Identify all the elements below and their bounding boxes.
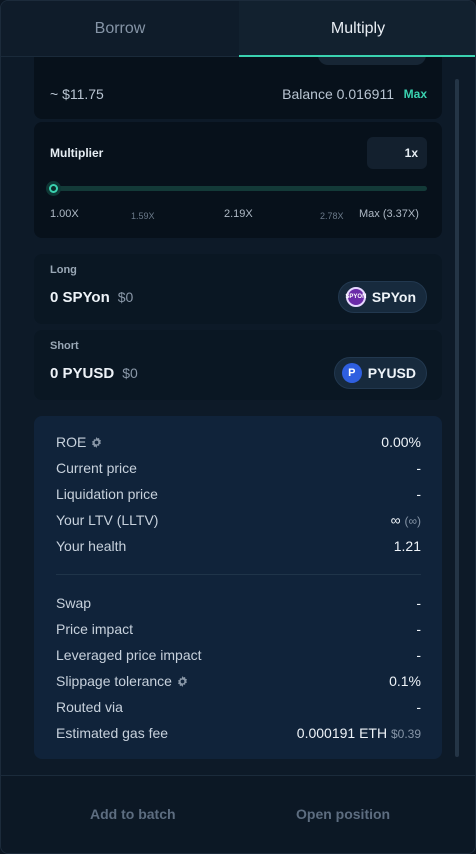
usd-value: ~ $11.75 [50, 86, 104, 102]
multiplier-slider-handle[interactable] [45, 181, 61, 196]
short-usd: $0 [122, 365, 138, 381]
stat-leveraged-price-impact: Leveraged price impact - [56, 645, 421, 665]
stat-roe: ROE 0.00% [56, 432, 421, 452]
stat-value: - [416, 486, 421, 502]
short-amount-value: 0 PYUSD [50, 365, 115, 382]
divider [56, 574, 421, 575]
tick-label-max[interactable]: Max (3.37X) [359, 208, 419, 220]
stat-label: Your LTV (LLTV) [56, 512, 159, 528]
short-token-name: PYUSD [367, 365, 416, 381]
spyon-token-icon: SPYON [345, 287, 366, 307]
stat-value: - [416, 647, 421, 663]
tick-label: 1.00X [50, 208, 79, 220]
multiplier-input[interactable]: 1x [367, 137, 427, 169]
long-label: Long [50, 264, 77, 276]
add-to-batch-button[interactable]: Add to batch [90, 806, 176, 822]
stat-gas-fee: Estimated gas fee 0.000191 ETH $0.39 [56, 723, 421, 743]
long-usd: $0 [117, 289, 134, 305]
stat-label: Swap [56, 595, 92, 611]
stat-label: Slippage tolerance [56, 673, 172, 689]
tab-multiply[interactable]: Multiply [239, 1, 475, 57]
multiply-panel: Borrow Multiply ~ $11.75 Balance 0.01691… [0, 0, 476, 854]
stat-label: Price impact [56, 621, 134, 637]
stat-health: Your health 1.21 [56, 536, 421, 556]
balance-text: Balance 0.016911 [282, 86, 394, 102]
stat-swap: Swap - [56, 593, 421, 613]
stat-value: - [416, 621, 421, 637]
tab-bar: Borrow Multiply [1, 1, 475, 57]
short-label: Short [50, 340, 79, 352]
stat-label: Current price [56, 460, 137, 476]
amount-card: ~ $11.75 Balance 0.016911 Max [34, 57, 442, 119]
stat-routed-via: Routed via - [56, 697, 421, 717]
long-token-selector[interactable]: SPYON SPYon [337, 281, 427, 313]
gas-fee-usd: $0.39 [390, 727, 421, 741]
gear-icon[interactable] [177, 675, 188, 687]
tick-label: 2.78X [320, 211, 344, 221]
stat-label: Routed via [56, 699, 123, 715]
ltv-value: ∞ [390, 512, 401, 528]
stat-value: - [416, 595, 421, 611]
stat-value: 0.1% [389, 673, 421, 689]
stat-value: ∞ (∞) [391, 512, 421, 528]
long-card: Long 0 SPYon $0 SPYON SPYon [34, 254, 442, 324]
short-token-selector[interactable]: P PYUSD [333, 357, 427, 389]
stat-value: 1.21 [393, 538, 421, 554]
long-amount-value: 0 SPYon [50, 289, 110, 306]
max-button[interactable]: Max [404, 87, 427, 101]
footer-actions: Add to batch Open position [1, 775, 475, 853]
gas-fee-eth: 0.000191 ETH [296, 725, 388, 741]
multiplier-slider-track[interactable] [53, 186, 427, 191]
stat-liquidation-price: Liquidation price - [56, 484, 421, 504]
long-token-name: SPYon [371, 289, 416, 305]
tick-label: 2.19X [224, 208, 253, 220]
stat-value: 0.000191 ETH $0.39 [297, 725, 421, 741]
stat-slippage: Slippage tolerance 0.1% [56, 671, 421, 691]
open-position-button[interactable]: Open position [296, 806, 390, 822]
gear-icon[interactable] [91, 436, 102, 448]
stat-current-price: Current price - [56, 458, 421, 478]
stat-label: Estimated gas fee [56, 725, 169, 741]
stat-value: 0.00% [381, 434, 421, 450]
scrollbar[interactable] [455, 79, 459, 757]
stat-label: ROE [56, 434, 87, 450]
stat-value: - [416, 460, 421, 476]
multiplier-label: Multiplier [50, 146, 104, 160]
stat-label: Leveraged price impact [56, 647, 202, 663]
pyusd-token-icon: P [341, 363, 362, 383]
stat-label: Liquidation price [56, 486, 158, 502]
position-stats: ROE 0.00% Current price - Liquidation pr… [34, 416, 442, 759]
stat-value: - [416, 699, 421, 715]
tick-label: 1.59X [131, 211, 155, 221]
short-card: Short 0 PYUSD $0 P PYUSD [34, 330, 442, 400]
token-selector-partial[interactable] [318, 57, 426, 65]
lltv-value: (∞) [404, 514, 421, 528]
stat-label: Your health [56, 538, 127, 554]
multiplier-card: Multiplier 1x 1.00X 1.59X 2.19X 2.78X Ma… [34, 122, 442, 238]
scroll-area: ~ $11.75 Balance 0.016911 Max Multiplier… [1, 57, 475, 775]
stat-ltv: Your LTV (LLTV) ∞ (∞) [56, 510, 421, 530]
long-amount: 0 SPYon $0 [50, 289, 133, 306]
tab-borrow[interactable]: Borrow [1, 1, 239, 56]
stat-price-impact: Price impact - [56, 619, 421, 639]
short-amount: 0 PYUSD $0 [50, 365, 138, 382]
